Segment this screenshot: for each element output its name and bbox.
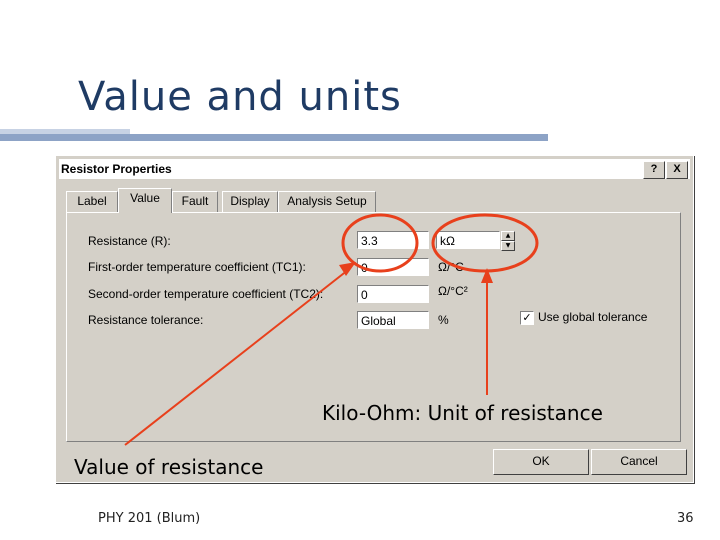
tc2-unit: Ω/°C² — [438, 284, 468, 298]
tc1-label: First-order temperature coefficient (TC1… — [88, 260, 306, 274]
close-button[interactable]: X — [666, 161, 688, 179]
tab-fault[interactable]: Fault — [172, 191, 218, 213]
tab-value[interactable]: Value — [118, 188, 172, 213]
tab-label[interactable]: Label — [66, 191, 118, 213]
resistance-label: Resistance (R): — [88, 234, 171, 248]
resistance-unit-spinner[interactable]: ▲ ▼ — [501, 231, 515, 251]
ok-button[interactable]: OK — [493, 449, 589, 475]
resistance-value-input[interactable]: 3.3 — [357, 231, 429, 249]
spin-down-icon[interactable]: ▼ — [501, 241, 515, 251]
tab-display[interactable]: Display — [222, 191, 278, 213]
unit-annotation: Kilo-Ohm: Unit of resistance — [322, 401, 603, 425]
dialog-titlebar: Resistor Properties ? X — [59, 159, 690, 179]
tolerance-value-input[interactable]: Global — [357, 311, 429, 329]
tc2-label: Second-order temperature coefficient (TC… — [88, 287, 324, 301]
tolerance-label: Resistance tolerance: — [88, 313, 204, 327]
help-button[interactable]: ? — [643, 161, 665, 179]
tc1-unit: Ω/°C — [438, 260, 464, 274]
slide-title: Value and units — [78, 74, 402, 120]
global-tolerance-checkbox[interactable]: ✓ — [520, 311, 534, 325]
page-number: 36 — [677, 511, 694, 526]
global-tolerance-label: Use global tolerance — [538, 310, 648, 324]
tab-analysis-setup[interactable]: Analysis Setup — [278, 191, 376, 213]
tolerance-unit: % — [438, 313, 449, 327]
tc1-value-input[interactable]: 0 — [357, 258, 429, 276]
resistance-unit-select[interactable]: kΩ — [436, 231, 500, 249]
resistor-properties-dialog: Resistor Properties ? X Label Value Faul… — [55, 155, 694, 483]
value-annotation: Value of resistance — [74, 455, 264, 479]
dialog-title: Resistor Properties — [61, 162, 172, 176]
tc2-value-input[interactable]: 0 — [357, 285, 429, 303]
title-rule — [0, 134, 548, 141]
spin-up-icon[interactable]: ▲ — [501, 231, 515, 241]
cancel-button[interactable]: Cancel — [591, 449, 687, 475]
footer-course: PHY 201 (Blum) — [98, 511, 201, 526]
